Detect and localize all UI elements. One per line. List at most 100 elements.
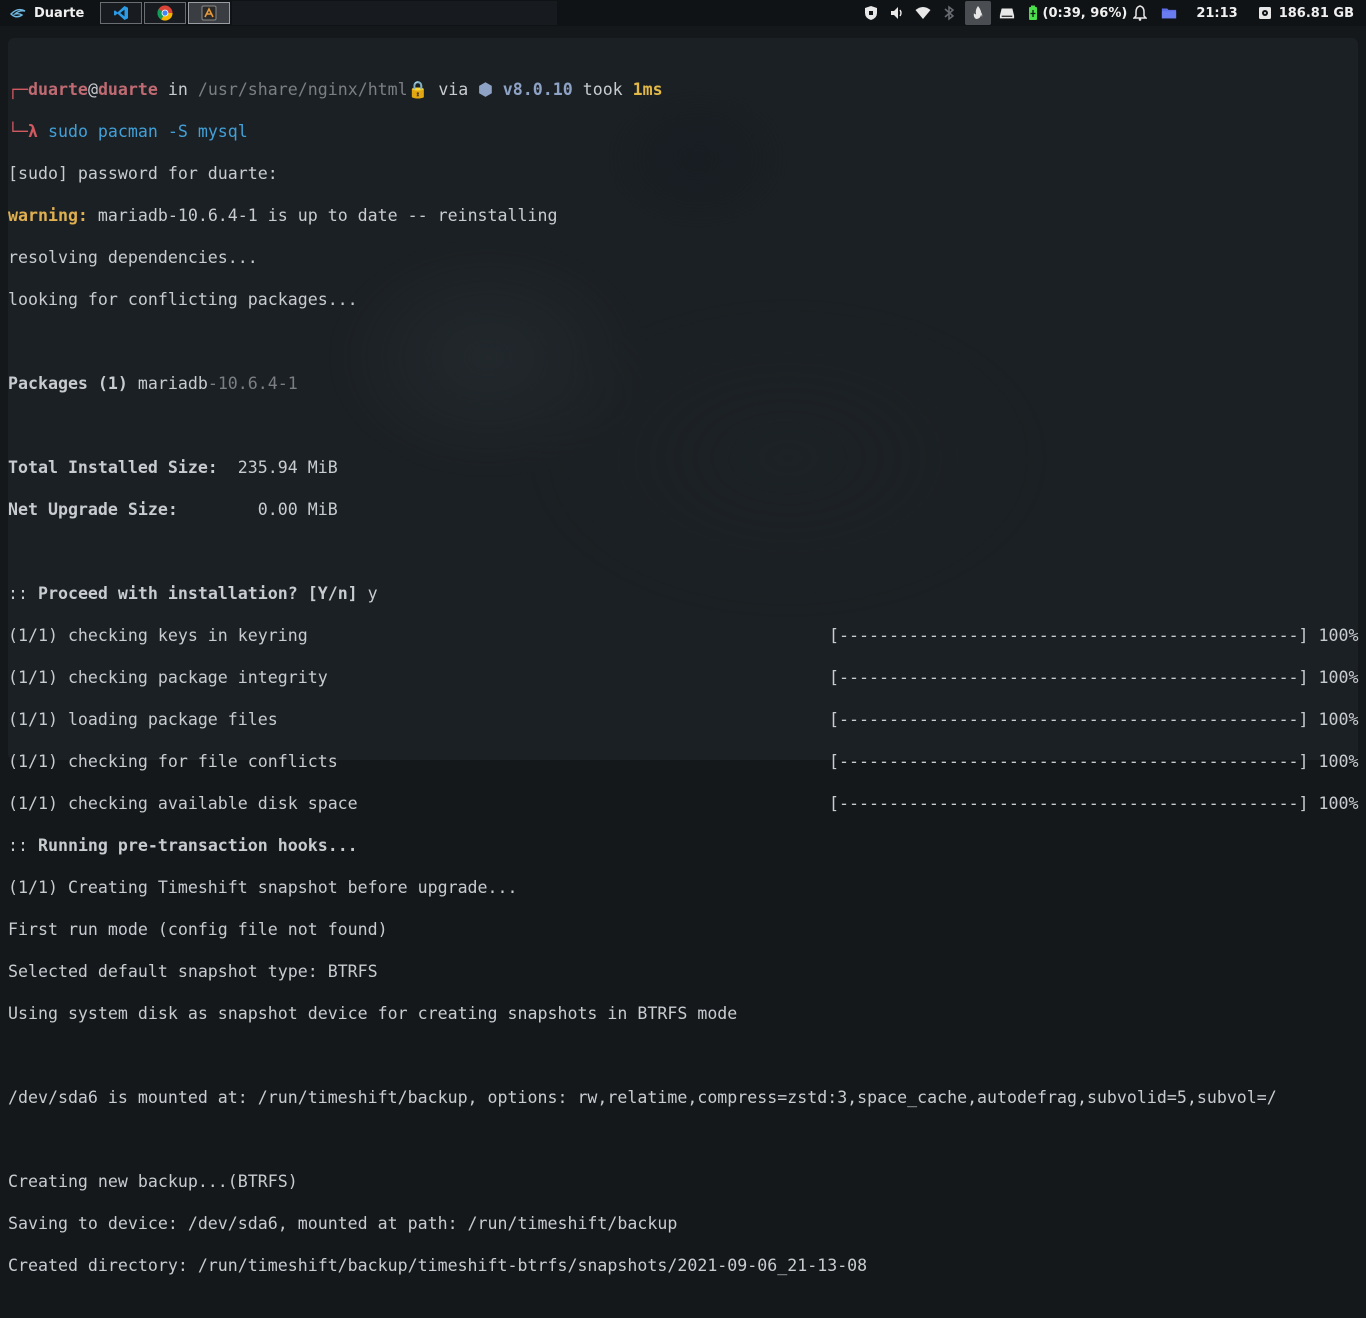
progress-percent: 100% bbox=[1308, 710, 1359, 729]
output-line: Saving to device: /dev/sda6, mounted at … bbox=[8, 1214, 678, 1233]
prompt-took: took bbox=[572, 80, 633, 99]
flame-icon[interactable] bbox=[964, 1, 991, 25]
progress-bar-text: [---------------------------------------… bbox=[829, 752, 1309, 771]
output-line: First run mode (config file not found) bbox=[8, 920, 388, 939]
progress-bar: [---------------------------------------… bbox=[829, 625, 1359, 646]
net-size-line: Net Upgrade Size: 0.00 MiB bbox=[8, 499, 1277, 520]
progress-percent: 100% bbox=[1308, 752, 1359, 771]
net-size-value: 0.00 MiB bbox=[177, 500, 338, 519]
bluetooth-icon[interactable] bbox=[941, 5, 957, 21]
step-text: (1/1) checking package integrity bbox=[8, 668, 328, 687]
proceed-prefix: :: bbox=[8, 584, 38, 603]
step-text: (1/1) checking keys in keyring bbox=[8, 626, 308, 645]
net-size-label: Net Upgrade Size: bbox=[8, 500, 178, 519]
lock-icon: 🔒 bbox=[407, 80, 429, 99]
prompt-via: via bbox=[428, 80, 479, 99]
output-line: (1/1) Creating Timeshift snapshot before… bbox=[8, 878, 518, 897]
sudo-line: [sudo] password for duarte: bbox=[8, 164, 278, 183]
progress-percent: 100% bbox=[1308, 794, 1359, 813]
proceed-answer: y bbox=[357, 584, 378, 603]
chrome-icon bbox=[157, 5, 173, 21]
mount-line: /dev/sda6 is mounted at: /run/timeshift/… bbox=[8, 1088, 1277, 1107]
conflicts-line: looking for conflicting packages... bbox=[8, 290, 358, 309]
progress-bar-text: [---------------------------------------… bbox=[829, 710, 1309, 729]
package-version: -10.6.4-1 bbox=[207, 374, 298, 393]
hooks-prefix: :: bbox=[8, 836, 38, 855]
progress-bar: [---------------------------------------… bbox=[829, 751, 1359, 772]
progress-bar-text: [---------------------------------------… bbox=[829, 794, 1309, 813]
taskbar-vscode[interactable] bbox=[100, 2, 143, 24]
prompt-host: duarte bbox=[97, 80, 158, 99]
total-size-line: Total Installed Size: 235.94 MiB bbox=[8, 457, 1277, 478]
taskbar-terminal[interactable] bbox=[188, 2, 231, 24]
terminal-output[interactable]: ┌─duarte@duarte in /usr/share/nginx/html… bbox=[8, 58, 1359, 1318]
proceed-line: :: Proceed with installation? [Y/n] y bbox=[8, 583, 1277, 604]
node-version: v8.0.10 bbox=[502, 80, 573, 99]
battery-status: (0:39, 96%) bbox=[1042, 5, 1128, 21]
terminal-window[interactable]: ┌─duarte@duarte in /usr/share/nginx/html… bbox=[8, 38, 1359, 1275]
step-text: (1/1) loading package files bbox=[8, 710, 278, 729]
command-duration: 1ms bbox=[632, 80, 663, 99]
step-line: (1/1) checking available disk space [----… bbox=[8, 793, 1359, 814]
prompt-corner-bottom: └─ bbox=[8, 122, 28, 141]
proceed-question: Proceed with installation? [Y/n] bbox=[37, 584, 358, 603]
progress-percent: 100% bbox=[1308, 668, 1359, 687]
command-line: └─λ sudo pacman -S mysql bbox=[8, 121, 1277, 142]
output-line: Creating new backup...(BTRFS) bbox=[8, 1172, 298, 1191]
drive-icon[interactable] bbox=[999, 5, 1015, 21]
panel-right: (0:39, 96%) 21:13 186.81 GB bbox=[858, 0, 1366, 26]
volume-icon[interactable] bbox=[889, 5, 905, 21]
step-line: (1/1) checking package integrity [-------… bbox=[8, 667, 1359, 688]
bell-icon[interactable] bbox=[1132, 5, 1148, 21]
terminal-app-icon bbox=[201, 5, 217, 21]
hooks-line: :: Running pre-transaction hooks... bbox=[8, 835, 1277, 856]
total-size-value: 235.94 MiB bbox=[217, 458, 338, 477]
progress-bar-text: [---------------------------------------… bbox=[829, 626, 1309, 645]
progress-bar: [---------------------------------------… bbox=[829, 667, 1359, 688]
resolving-line: resolving dependencies... bbox=[8, 248, 258, 267]
prompt-user: duarte bbox=[27, 80, 88, 99]
package-name: mariadb bbox=[127, 374, 208, 393]
packages-line: Packages (1) mariadb-10.6.4-1 bbox=[8, 373, 1277, 394]
battery-icon[interactable] bbox=[1025, 5, 1041, 21]
output-line: Using system disk as snapshot device for… bbox=[8, 1004, 738, 1023]
prompt-corner: ┌─ bbox=[8, 80, 28, 99]
step-line: (1/1) checking keys in keyring [---------… bbox=[8, 625, 1359, 646]
wifi-icon[interactable] bbox=[915, 5, 931, 21]
hooks-text: Running pre-transaction hooks... bbox=[37, 836, 358, 855]
progress-bar: [---------------------------------------… bbox=[829, 793, 1359, 814]
prompt-at: @ bbox=[87, 80, 98, 99]
command-text: sudo pacman -S mysql bbox=[37, 122, 248, 141]
output-line: Selected default snapshot type: BTRFS bbox=[8, 962, 378, 981]
taskbar-empty-area bbox=[232, 1, 558, 25]
step-text: (1/1) checking available disk space bbox=[8, 794, 358, 813]
warning-text: mariadb-10.6.4-1 is up to date -- reinst… bbox=[87, 206, 558, 225]
taskbar-chrome[interactable] bbox=[144, 2, 187, 24]
prompt-path: /usr/share/nginx/html bbox=[197, 80, 408, 99]
prompt-lambda: λ bbox=[27, 122, 38, 141]
packages-label: Packages (1) bbox=[8, 374, 128, 393]
workspace-logo-icon bbox=[10, 8, 26, 18]
panel-left: Duarte bbox=[0, 0, 558, 26]
warning-label: warning: bbox=[8, 206, 88, 225]
step-line: (1/1) loading package files [------------… bbox=[8, 709, 1359, 730]
step-text: (1/1) checking for file conflicts bbox=[8, 752, 338, 771]
workspace-name[interactable]: Duarte bbox=[34, 6, 84, 21]
disk-icon bbox=[1257, 5, 1273, 21]
progress-percent: 100% bbox=[1308, 626, 1359, 645]
node-icon: ⬢ bbox=[478, 80, 493, 99]
vscode-icon bbox=[114, 6, 129, 20]
prompt-line: ┌─duarte@duarte in /usr/share/nginx/html… bbox=[8, 79, 1277, 100]
output-line: Created directory: /run/timeshift/backup… bbox=[8, 1256, 868, 1275]
clock[interactable]: 21:13 bbox=[1196, 6, 1237, 21]
shield-icon[interactable] bbox=[863, 5, 879, 21]
progress-bar: [---------------------------------------… bbox=[829, 709, 1359, 730]
folder-icon[interactable] bbox=[1161, 5, 1177, 21]
top-panel: Duarte (0:39, 96%) 21:13 186.81 GB bbox=[0, 0, 1366, 26]
warning-line: warning: mariadb-10.6.4-1 is up to date … bbox=[8, 205, 1277, 226]
